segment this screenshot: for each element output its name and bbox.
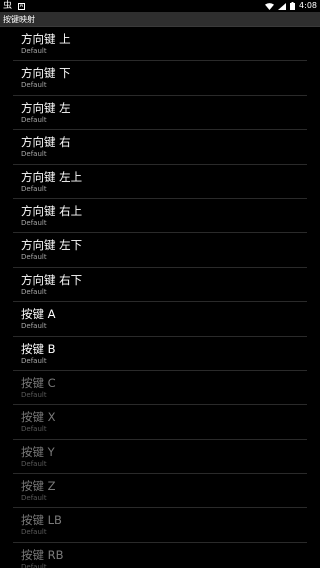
item-summary: Default xyxy=(21,322,47,331)
list-item[interactable]: 方向键 右 Default xyxy=(0,130,320,165)
status-bar: 虫 A 4:08 xyxy=(0,0,320,12)
item-label: 方向键 右 xyxy=(21,135,71,150)
wifi-icon xyxy=(265,2,275,10)
item-summary: Default xyxy=(21,184,47,193)
title-bar: 按键映射 xyxy=(0,12,320,27)
list-item[interactable]: 方向键 上 Default xyxy=(0,27,320,62)
item-label: 方向键 左上 xyxy=(21,169,83,184)
item-summary: Default xyxy=(21,47,47,55)
item-summary: Default xyxy=(21,562,47,568)
item-label: 方向键 下 xyxy=(21,66,71,81)
cell-signal-icon xyxy=(278,2,287,10)
list-item[interactable]: 按键 C Default xyxy=(0,371,320,406)
item-label: 方向键 左 xyxy=(21,100,71,115)
bug-app-icon: 虫 xyxy=(3,1,13,11)
list-item[interactable]: 按键 X Default xyxy=(0,405,320,440)
item-summary: Default xyxy=(21,425,47,434)
item-label: 按键 Y xyxy=(21,444,55,459)
item-label: 按键 A xyxy=(21,307,56,322)
item-label: 方向键 右下 xyxy=(21,272,83,287)
item-summary: Default xyxy=(21,218,47,227)
item-summary: Default xyxy=(21,253,47,262)
list-item[interactable]: 方向键 左下 Default xyxy=(0,233,320,268)
item-label: 按键 X xyxy=(21,410,56,425)
item-summary: Default xyxy=(21,528,47,537)
item-label: 方向键 上 xyxy=(21,32,71,46)
clock: 4:08 xyxy=(299,1,317,10)
list-item[interactable]: 按键 Z Default xyxy=(0,474,320,509)
battery-icon xyxy=(290,2,296,10)
status-right: 4:08 xyxy=(265,0,317,12)
item-label: 按键 LB xyxy=(21,513,62,528)
list-item[interactable]: 按键 LB Default xyxy=(0,508,320,543)
list-item[interactable]: 方向键 右下 Default xyxy=(0,268,320,303)
list-item[interactable]: 方向键 下 Default xyxy=(0,61,320,96)
item-summary: Default xyxy=(21,494,47,503)
item-summary: Default xyxy=(21,81,47,90)
item-summary: Default xyxy=(21,459,47,468)
item-label: 方向键 左下 xyxy=(21,238,83,253)
status-left: 虫 A xyxy=(3,0,26,12)
list-item[interactable]: 按键 A Default xyxy=(0,302,320,337)
item-summary: Default xyxy=(21,115,47,124)
item-label: 按键 B xyxy=(21,341,56,356)
item-label: 方向键 右上 xyxy=(21,203,83,218)
list-item[interactable]: 按键 B Default xyxy=(0,337,320,371)
item-summary: Default xyxy=(21,390,47,399)
key-mapping-list: 方向键 上 Default 方向键 下 Default 方向键 左 Default 方向键 … xyxy=(0,27,320,568)
item-label: 按键 C xyxy=(21,375,56,390)
item-summary: Default xyxy=(21,287,47,296)
list-item[interactable]: 按键 Y Default xyxy=(0,440,320,475)
notification-letter: A xyxy=(19,2,24,9)
item-summary: Default xyxy=(21,356,47,365)
list-item[interactable]: 方向键 左上 Default xyxy=(0,165,320,199)
notification-a-icon: A xyxy=(18,2,26,10)
page-title: 按键映射 xyxy=(3,15,35,24)
item-summary: Default xyxy=(21,150,47,159)
list-item[interactable]: 方向键 左 Default xyxy=(0,96,320,131)
item-label: 按键 RB xyxy=(21,547,64,562)
list-item[interactable]: 方向键 右上 Default xyxy=(0,199,320,234)
item-label: 按键 Z xyxy=(21,479,56,494)
list-item[interactable]: 按键 RB Default xyxy=(0,543,320,568)
